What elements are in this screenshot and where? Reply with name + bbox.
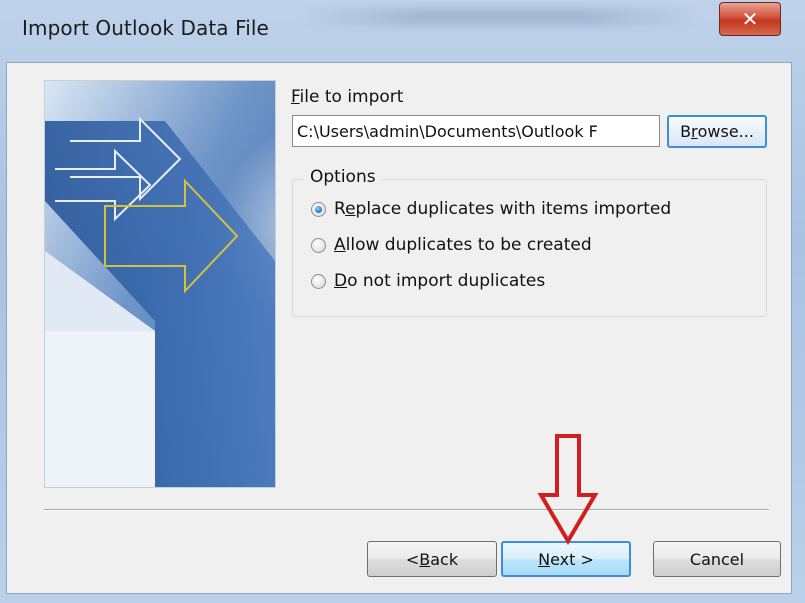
close-icon: ✕ [741,7,759,31]
radio-unchecked-icon[interactable] [311,273,326,289]
window-title: Import Outlook Data File [22,16,269,40]
do-not-import-duplicates-label: Do not import duplicates [334,271,546,291]
dialog-window: Import Outlook Data File ✕ File to impor… [0,0,805,603]
down-arrow-annotation-icon [537,433,599,545]
replace-duplicates-label: Replace duplicates with items imported [334,199,672,219]
file-path-input[interactable] [292,115,660,147]
options-legend: Options [304,167,382,187]
background-window-title-blur [300,8,700,26]
wizard-banner-graphic [44,80,276,488]
title-bar[interactable]: Import Outlook Data File ✕ [0,0,805,64]
close-button[interactable]: ✕ [719,2,781,36]
radio-unchecked-icon[interactable] [311,237,326,253]
browse-button[interactable]: Br owse... [667,115,767,148]
back-button[interactable]: < Back [367,541,497,577]
replace-duplicates-radio[interactable]: Replace duplicates with items imported [311,199,671,219]
radio-checked-icon[interactable] [311,201,326,217]
do-not-import-duplicates-radio[interactable]: Do not import duplicates [311,271,545,291]
allow-duplicates-label: Allow duplicates to be created [334,235,592,255]
next-button[interactable]: Next > [501,541,631,577]
cancel-button[interactable]: Cancel [653,541,781,577]
dialog-client-area: File to import Browse... Options Replace… [6,62,792,594]
allow-duplicates-radio[interactable]: Allow duplicates to be created [311,235,592,255]
file-to-import-label: File to import [291,87,404,107]
button-separator [44,509,769,511]
